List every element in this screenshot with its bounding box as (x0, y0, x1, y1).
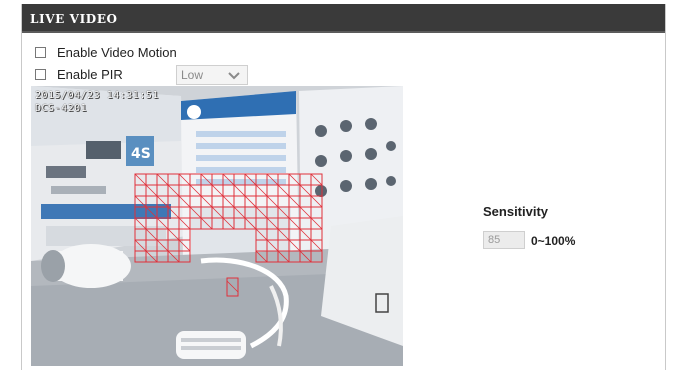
video-timestamp: 2015/04/23 14:31:51 (35, 90, 159, 101)
video-motion-label: Enable Video Motion (57, 44, 177, 60)
live-video-feed[interactable]: 4S 2015/04/23 14:31:51 DCS-4201 (31, 86, 403, 366)
live-video-panel: LIVE VIDEO Enable Video Motion Enable PI… (21, 4, 666, 370)
video-camera-name: DCS-4201 (35, 103, 88, 114)
section-title: LIVE VIDEO (30, 12, 118, 26)
video-motion-row: Enable Video Motion (35, 44, 177, 60)
svg-text:4S: 4S (131, 146, 151, 162)
pir-level-select[interactable]: Low (176, 65, 248, 85)
chevron-down-icon (227, 69, 241, 81)
sensitivity-range-label: 0~100% (531, 234, 576, 248)
sensitivity-input[interactable] (483, 231, 525, 249)
camera-scene: 4S (31, 86, 403, 366)
pir-level-value: Low (181, 68, 204, 82)
video-motion-checkbox[interactable] (35, 46, 46, 58)
pir-label: Enable PIR (57, 66, 123, 82)
sensitivity-title: Sensitivity (483, 204, 549, 219)
pir-checkbox[interactable] (35, 68, 46, 80)
pir-row: Enable PIR (35, 66, 123, 82)
section-header: LIVE VIDEO (22, 4, 665, 33)
